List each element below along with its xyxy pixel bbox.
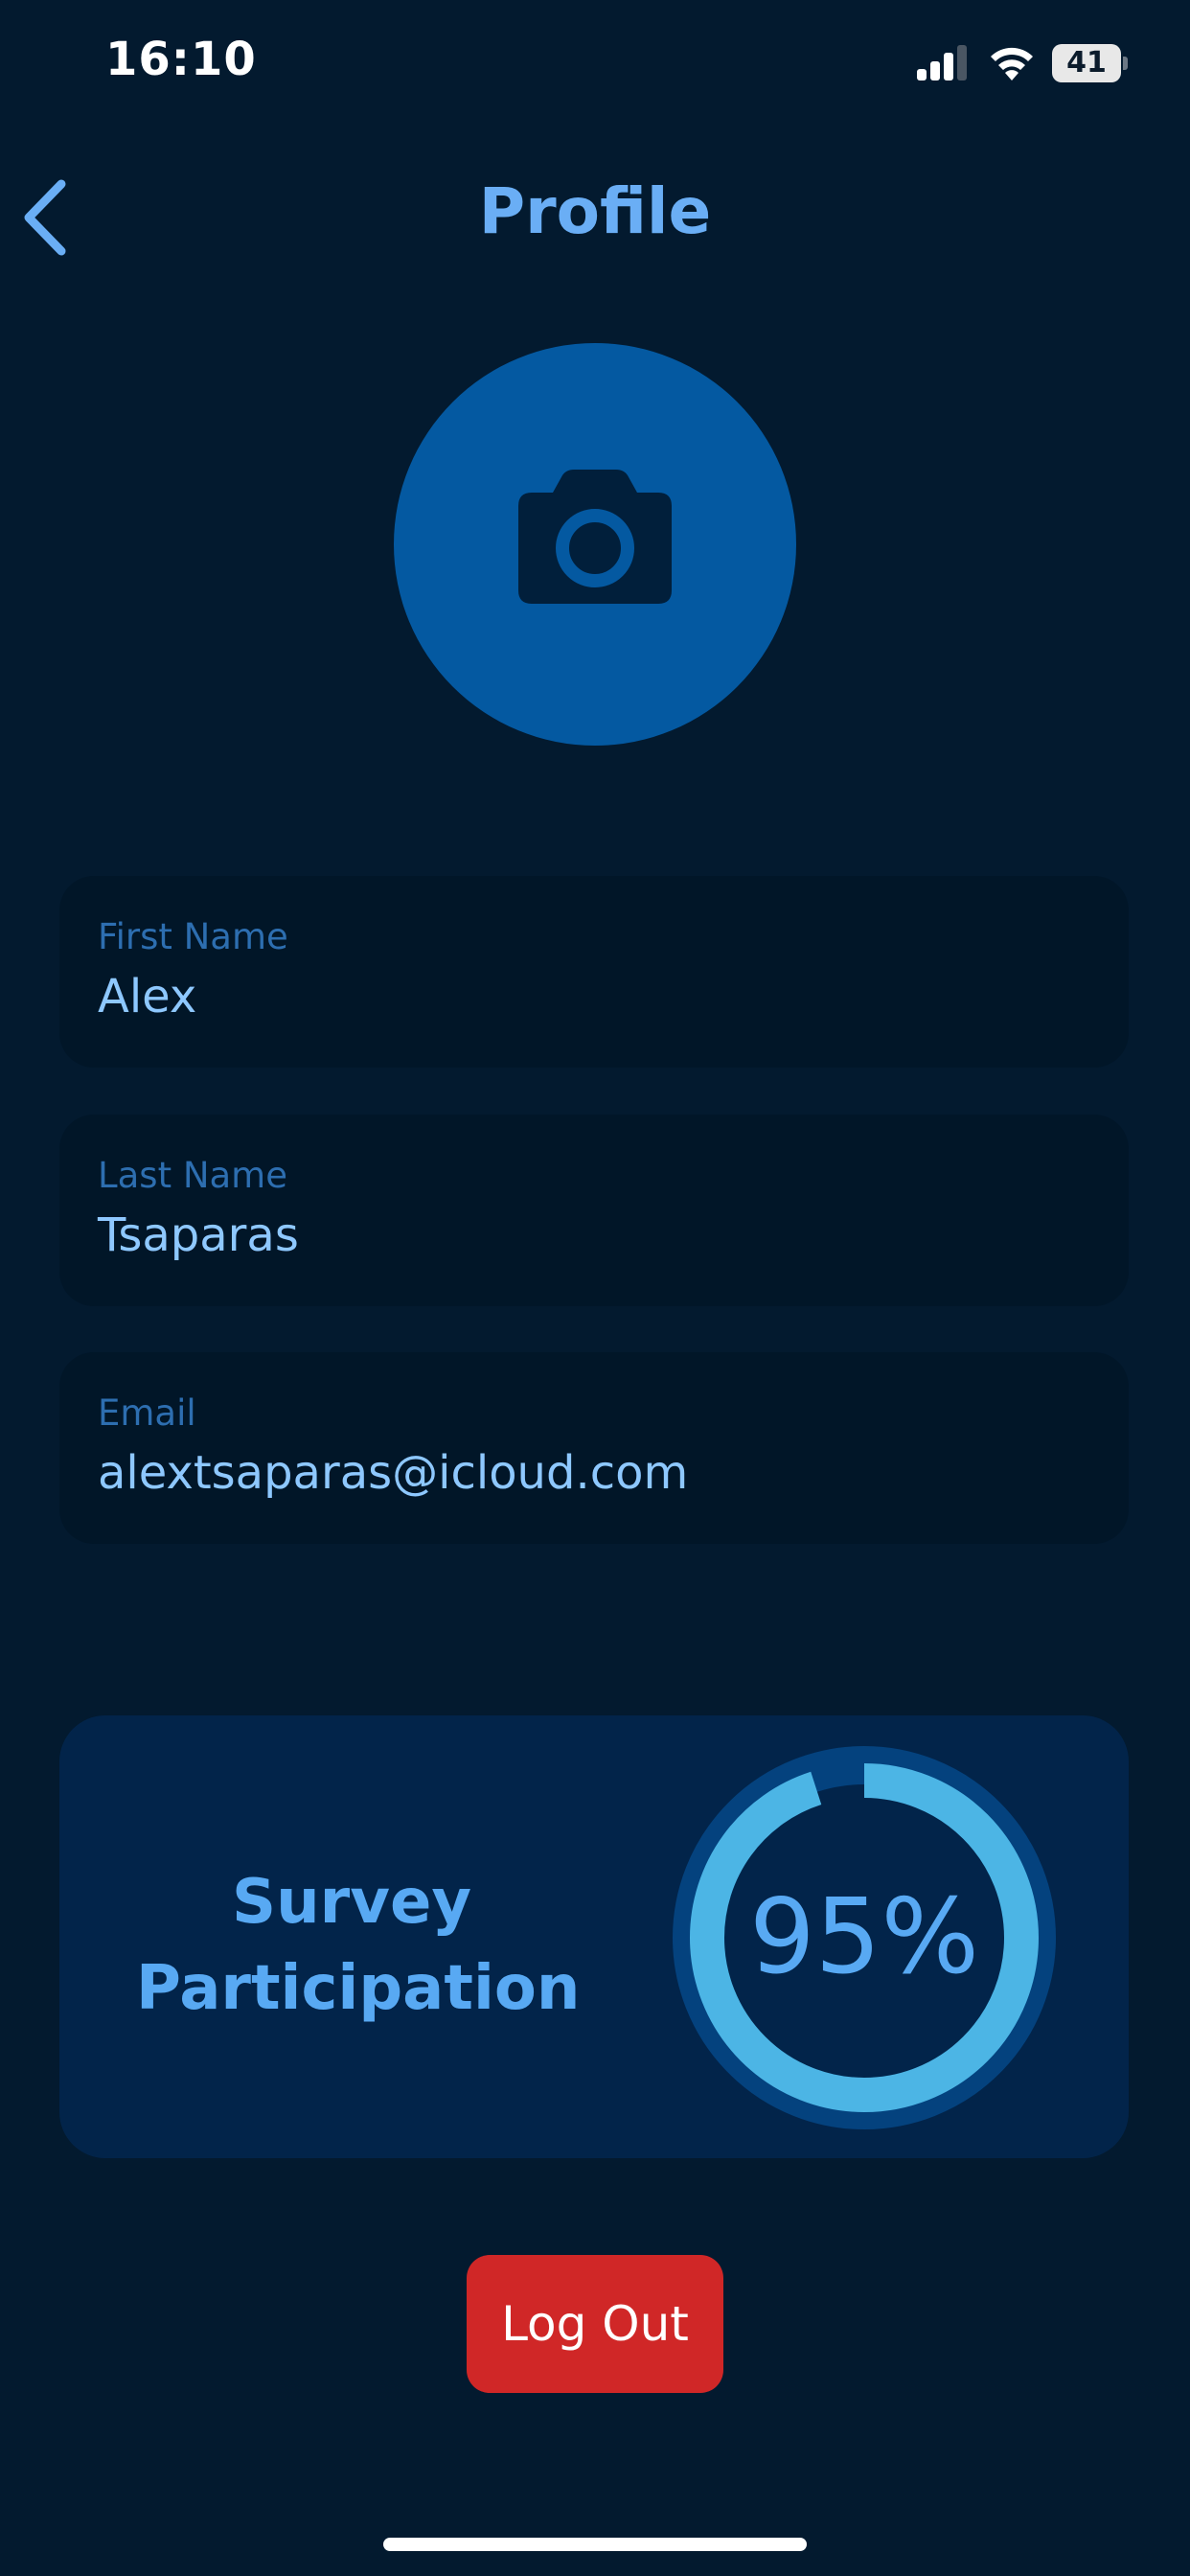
logout-button[interactable]: Log Out: [467, 2255, 723, 2393]
email-value: alextsaparas@icloud.com: [98, 1446, 689, 1500]
first-name-field[interactable]: First Name Alex: [59, 876, 1129, 1068]
survey-title: Survey Participation: [107, 1859, 682, 2032]
survey-title-line2: Participation: [136, 1953, 581, 2024]
battery-level: 41: [1052, 44, 1121, 82]
first-name-label: First Name: [98, 916, 288, 957]
camera-icon: [518, 470, 672, 604]
last-name-label: Last Name: [98, 1155, 287, 1196]
signal-icon: [917, 45, 967, 80]
battery-icon: 41: [1052, 44, 1128, 82]
home-indicator: [383, 2538, 807, 2551]
last-name-field[interactable]: Last Name Tsaparas: [59, 1115, 1129, 1306]
avatar-photo-button[interactable]: [394, 343, 796, 746]
page-title: Profile: [478, 174, 712, 248]
last-name-value: Tsaparas: [98, 1208, 299, 1262]
email-label: Email: [98, 1392, 196, 1434]
first-name-value: Alex: [98, 970, 197, 1024]
battery-cap: [1123, 57, 1128, 70]
status-time: 16:10: [105, 33, 257, 86]
survey-percent: 95%: [748, 1877, 980, 1997]
profile-screen: 16:10 41 Profile First Name Alex Last Na…: [0, 0, 1190, 2576]
survey-title-line1: Survey: [232, 1867, 472, 1938]
wifi-icon: [991, 47, 1033, 80]
survey-participation-card: Survey Participation 95%: [59, 1715, 1129, 2158]
email-field[interactable]: Email alextsaparas@icloud.com: [59, 1352, 1129, 1544]
